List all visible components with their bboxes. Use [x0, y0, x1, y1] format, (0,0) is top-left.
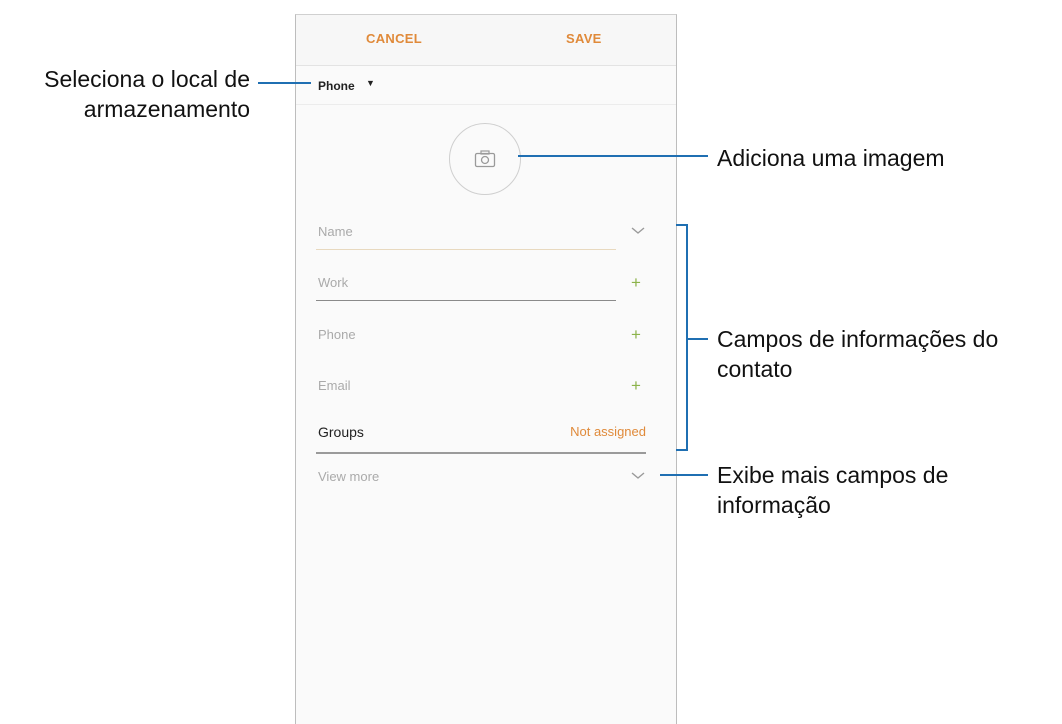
groups-divider — [316, 452, 646, 454]
camera-icon — [474, 150, 496, 168]
view-more-label: View more — [318, 469, 380, 484]
top-action-bar: CANCEL SAVE — [296, 15, 676, 66]
fields-annotation-line1: Campos de informações do — [717, 326, 999, 352]
image-annotation: Adiciona uma imagem — [717, 145, 945, 171]
plus-icon[interactable]: + — [626, 325, 646, 345]
fields-bracket-top — [676, 224, 688, 226]
groups-value: Not assigned — [570, 424, 646, 439]
plus-icon[interactable]: + — [626, 273, 646, 293]
storage-annotation-line2: armazenamento — [83, 96, 250, 122]
fields-annotation: Campos de informações do contato — [717, 324, 998, 384]
plus-icon[interactable]: + — [626, 376, 646, 396]
triangle-down-icon: ▼ — [366, 78, 375, 88]
storage-annotation: Seleciona o local de armazenamento — [44, 64, 250, 124]
more-callout-line — [660, 474, 708, 476]
more-annotation: Exibe mais campos de informação — [717, 460, 948, 520]
name-placeholder: Name — [318, 224, 353, 239]
save-button[interactable]: SAVE — [566, 31, 602, 46]
fields-annotation-line2: contato — [717, 356, 793, 382]
name-underline — [316, 249, 616, 250]
cancel-button[interactable]: CANCEL — [366, 31, 422, 46]
work-field[interactable]: Work + — [316, 271, 641, 301]
storage-label: Phone — [318, 79, 355, 93]
email-placeholder: Email — [318, 378, 351, 393]
name-field[interactable]: Name — [316, 220, 645, 250]
more-annotation-line1: Exibe mais campos de — [717, 462, 949, 488]
more-annotation-line2: informação — [717, 492, 831, 518]
fields-bracket-bottom — [676, 449, 688, 451]
email-field[interactable]: Email + — [316, 374, 641, 404]
chevron-down-icon[interactable] — [630, 226, 646, 236]
work-placeholder: Work — [318, 275, 349, 290]
chevron-down-icon[interactable] — [630, 471, 646, 481]
phone-placeholder: Phone — [318, 327, 356, 342]
storage-selector[interactable]: Phone ▼ — [296, 66, 676, 105]
view-more-row[interactable]: View more — [316, 465, 645, 495]
groups-label: Groups — [318, 424, 364, 440]
image-callout-line — [518, 155, 708, 157]
phone-field[interactable]: Phone + — [316, 323, 641, 353]
groups-row[interactable]: Groups Not assigned — [316, 422, 646, 454]
contact-editor-screen: CANCEL SAVE Phone ▼ Name Work + Phone + … — [295, 14, 677, 724]
add-photo-button[interactable] — [449, 123, 521, 195]
fields-callout-line — [686, 338, 708, 340]
storage-callout-line — [258, 82, 311, 84]
storage-annotation-line1: Seleciona o local de — [44, 66, 250, 92]
work-underline — [316, 299, 616, 301]
